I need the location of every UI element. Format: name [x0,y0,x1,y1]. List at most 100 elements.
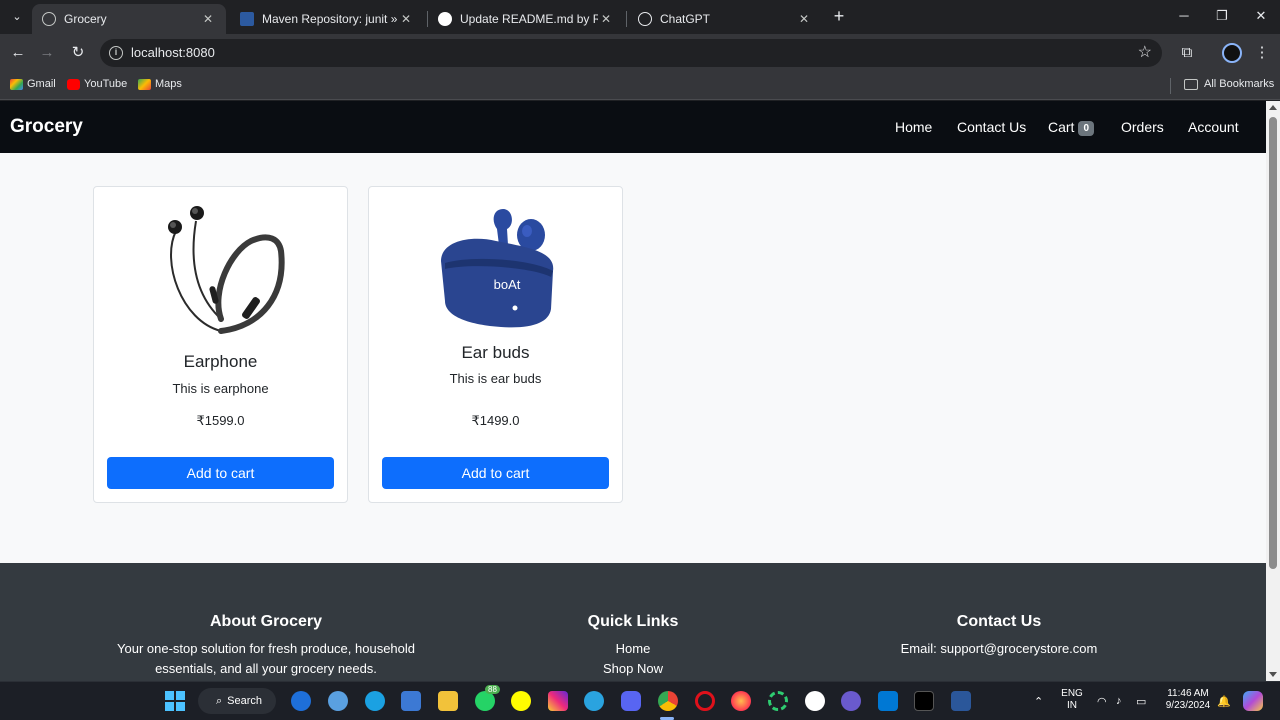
extensions-icon[interactable]: ⧉ [1176,42,1198,64]
instagram-icon[interactable] [548,691,568,711]
snapchat-icon[interactable] [511,691,531,711]
address-bar[interactable]: i localhost:8080 ☆ [100,39,1162,67]
opera-icon[interactable] [695,691,715,711]
back-icon[interactable]: ← [7,42,29,64]
site-info-icon[interactable]: i [109,46,123,60]
tab-chatgpt[interactable]: ChatGPT ✕ [628,4,822,34]
page-scrollbar[interactable] [1266,101,1280,681]
footer-contact: Contact Us Email: support@grocerystore.c… [829,613,1169,659]
minimize-icon[interactable]: ─ [1172,6,1196,26]
profile-avatar[interactable] [1222,43,1242,63]
close-tab-icon[interactable]: ✕ [200,12,216,26]
footer-about: About Grocery Your one-stop solution for… [96,613,436,679]
volume-icon[interactable]: ♪ [1116,695,1122,707]
file-explorer-icon[interactable] [438,691,458,711]
nav-account[interactable]: Account [1188,119,1239,135]
url-text[interactable]: localhost:8080 [131,45,215,60]
battery-icon[interactable]: ▭ [1136,695,1146,708]
product-card: Earphone This is earphone ₹1599.0 Add to… [93,186,348,503]
discord-icon[interactable] [621,691,641,711]
site-navbar: Grocery Home Contact Us Cart 0 Orders Acc… [0,101,1266,153]
scroll-up-arrow[interactable] [1269,105,1277,110]
folder-icon [1184,78,1198,90]
nav-cart-label: Cart [1048,119,1075,135]
nav-cart[interactable]: Cart 0 [1048,119,1095,136]
tab-search-icon[interactable]: ⌄ [6,6,28,28]
bookmark-youtube[interactable]: YouTube [67,78,127,90]
boat-logo: boAt [493,277,520,292]
nav-orders[interactable]: Orders [1121,119,1164,135]
whatsapp-badge: 88 [485,685,500,694]
tab-maven[interactable]: Maven Repository: junit » junit ✕ [230,4,424,34]
page-viewport: Grocery Home Contact Us Cart 0 Orders Acc… [0,101,1266,681]
whatsapp-icon[interactable] [475,691,495,711]
menu-icon[interactable]: ⋮ [1251,42,1273,64]
product-price: ₹1599.0 [196,413,245,428]
eclipse-icon[interactable] [841,691,861,711]
footer-link-shop[interactable]: Shop Now [463,659,803,679]
earbuds-image: boAt [440,209,553,328]
browser-toolbar: ← → ↻ i localhost:8080 ☆ ⧉ ⋮ [0,34,1280,72]
forward-icon[interactable]: → [36,42,58,64]
close-tab-icon[interactable]: ✕ [398,12,414,26]
scroll-down-arrow[interactable] [1269,672,1277,677]
sync-app-icon[interactable] [328,691,348,711]
brand-logo[interactable]: Grocery [10,116,83,138]
footer-about-title: About Grocery [209,613,322,630]
store-icon[interactable] [401,691,421,711]
product-price: ₹1499.0 [471,413,520,428]
gmail-icon [10,78,23,90]
bookmark-maps[interactable]: Maps [138,78,182,90]
copilot-tray-icon[interactable] [1243,691,1263,711]
footer-contact-title: Contact Us [956,613,1042,630]
restore-icon[interactable]: ❐ [1210,6,1234,26]
product-description: This is ear buds [449,371,542,386]
product-card: boAt Ear buds This is ear buds ₹1499.0 A… [368,186,623,503]
firefox-icon[interactable] [731,691,751,711]
nav-home[interactable]: Home [895,119,932,135]
scroll-thumb[interactable] [1269,117,1277,569]
app-a-icon[interactable] [805,691,825,711]
nav-contact[interactable]: Contact Us [957,119,1026,135]
app-loader-icon[interactable] [768,691,788,711]
copilot-icon[interactable] [291,691,311,711]
all-bookmarks-button[interactable]: All Bookmarks [1184,78,1274,90]
close-window-icon[interactable]: ✕ [1249,6,1273,26]
language-indicator[interactable]: ENG IN [1060,688,1084,712]
chevron-up-icon[interactable]: ⌃ [1034,695,1043,708]
globe-icon [42,12,56,26]
terminal-icon[interactable] [914,691,934,711]
add-to-cart-button[interactable]: Add to cart [107,457,334,489]
reload-icon[interactable]: ↻ [67,42,89,64]
close-tab-icon[interactable]: ✕ [598,12,614,26]
earphone-image [167,206,285,334]
maps-icon [138,78,151,90]
app-window-icon[interactable] [951,691,971,711]
cart-count-badge: 0 [1078,121,1095,136]
tab-grocery[interactable]: Grocery ✕ [32,4,226,34]
bookmarks-divider [1170,78,1171,94]
windows-start-icon[interactable] [165,691,185,711]
wifi-icon[interactable]: ◠ [1097,695,1107,708]
chrome-icon[interactable] [658,691,678,711]
tab-github[interactable]: Update README.md by Ritz605 ✕ [428,4,624,34]
bookmark-gmail[interactable]: Gmail [10,78,56,90]
notification-bell-icon[interactable]: 🔔 [1217,695,1231,708]
vscode-icon[interactable] [878,691,898,711]
footer-link-home[interactable]: Home [463,639,803,659]
search-icon: ⌕ [216,694,223,707]
site-footer: About Grocery Your one-stop solution for… [0,563,1266,681]
product-name: Ear buds [461,343,530,362]
maven-icon [240,12,254,26]
taskbar-search[interactable]: ⌕ Search [198,688,276,714]
footer-email: Email: support@grocerystore.com [900,641,1098,656]
add-to-cart-button[interactable]: Add to cart [382,457,609,489]
footer-links: Quick Links Home Shop Now [463,613,803,679]
bookmark-star-icon[interactable]: ☆ [1138,42,1152,62]
browser-tabstrip: ⌄ Grocery ✕ Maven Repository: junit » ju… [0,0,1280,34]
close-tab-icon[interactable]: ✕ [796,12,812,26]
new-tab-button[interactable]: + [830,7,848,25]
edge-icon[interactable] [365,691,385,711]
telegram-icon[interactable] [584,691,604,711]
clock[interactable]: 11:46 AM 9/23/2024 [1160,688,1216,712]
